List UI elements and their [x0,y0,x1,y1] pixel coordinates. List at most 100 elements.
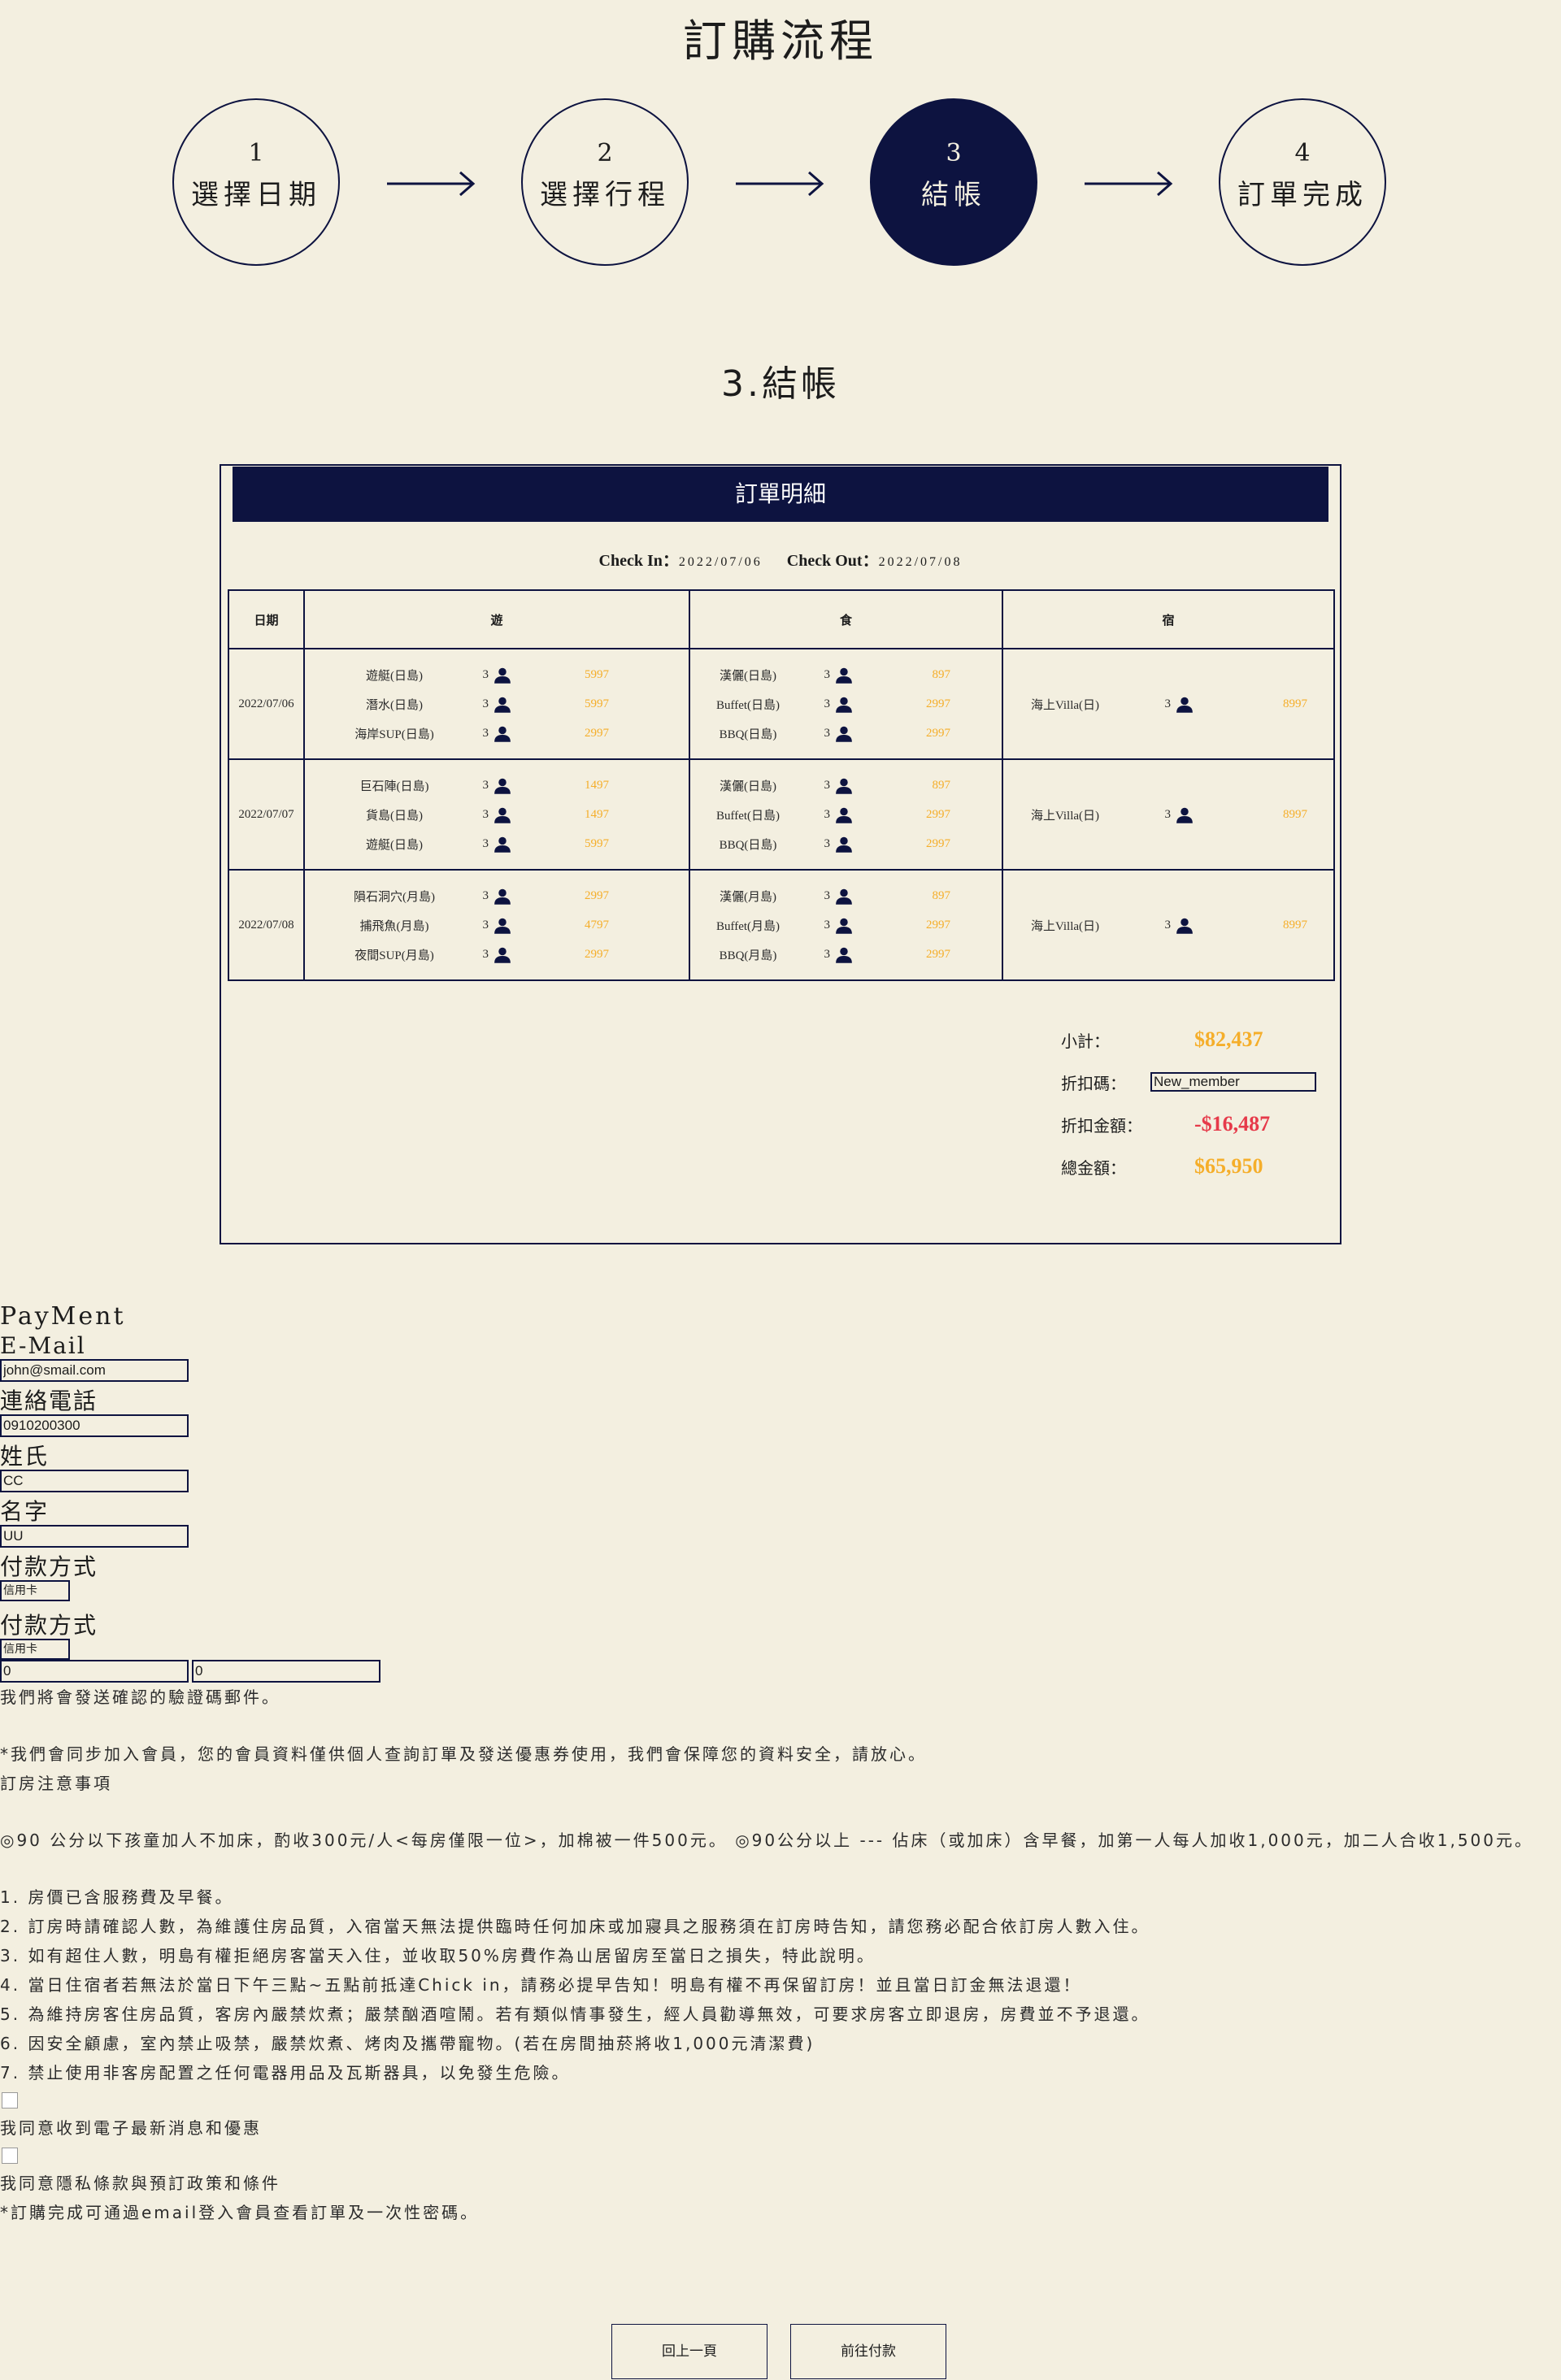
rule-item: 5. 為維持房客住房品質，客房內嚴禁炊煮；嚴禁酗酒喧鬧。若有類似情事發生，經人員… [0,2004,1150,2024]
item-quantity: 3 [824,778,831,792]
item-name: 潛水(日島) [366,698,423,712]
person-icon [835,778,853,794]
item-quantity: 3 [824,888,831,902]
discount-label: 折扣金額： [1061,1115,1142,1136]
prev-page-button[interactable]: 回上一頁 [611,2324,767,2379]
verify-note: 我們將會發送確認的驗證碼郵件。 [0,1687,280,1707]
item-name: Buffet(月島) [715,919,780,933]
item-price: 8997 [1283,918,1307,932]
step-3: 3 結帳 [870,98,1037,266]
order-item: 漢儷(日島) 3 897 [695,660,1002,689]
item-price: 2997 [585,947,609,961]
order-item: 夜間SUP(月島) 3 2997 [329,940,689,969]
payment-method-select-2[interactable]: 信用卡 [0,1639,70,1660]
rule-item: 4. 當日住宿者若無法於當日下午三點~五點前抵達Chick in，請務必提早告知… [0,1975,1082,1995]
person-icon [1176,918,1194,934]
person-icon [835,888,853,905]
item-name: 貨島(日島) [366,809,423,823]
check-out-label: Check Out： [786,552,879,570]
item-name: 巨石陣(日島) [359,780,429,793]
check-in-date: 2022/07/06 [678,555,763,569]
step-1: 1 選擇日期 [172,98,340,266]
item-name: Buffet(日島) [715,698,780,712]
order-item: 海上Villa(日) 3 8997 [1008,800,1333,829]
item-price: 8997 [1283,697,1307,710]
item-name: 遊艇(日島) [366,669,423,683]
extra-field-1[interactable] [0,1660,189,1683]
order-item: 潛水(日島) 3 5997 [329,689,689,719]
total-value: $65,950 [1194,1154,1263,1178]
payment-method-label-2: 付款方式 [0,1612,98,1639]
item-quantity: 3 [824,726,831,740]
order-item: BBQ(日島) 3 2997 [695,719,1002,748]
item-quantity: 3 [824,836,831,850]
item-price: 1497 [585,778,609,792]
item-name: 漢儷(日島) [720,669,776,683]
order-item: 遊艇(日島) 3 5997 [329,829,689,858]
lastname-field[interactable] [0,1470,189,1492]
item-quantity: 3 [824,807,831,821]
order-item: BBQ(日島) 3 2997 [695,829,1002,858]
discount-value: -$16,487 [1194,1112,1271,1136]
item-price: 2997 [926,807,950,821]
order-item: 海上Villa(日) 3 8997 [1008,689,1333,719]
subtotal-label: 小計： [1061,1031,1110,1051]
extra-field-2[interactable] [192,1660,380,1683]
item-name: 漢儷(日島) [720,780,776,793]
agree-policy-checkbox[interactable] [2,2148,18,2164]
item-quantity: 3 [482,807,489,821]
item-price: 897 [932,888,951,902]
person-icon [494,947,511,963]
subtotal-row: 小計： $82,437 [1061,1018,1329,1061]
step-number: 3 [946,139,962,167]
action-buttons: 回上一頁 前往付款 [611,2324,946,2379]
order-item: Buffet(日島) 3 2997 [695,689,1002,719]
check-in-label: Check In： [598,552,679,570]
order-item: Buffet(日島) 3 2997 [695,800,1002,829]
agree-news-label: 我同意收到電子最新消息和優惠 [0,2118,262,2138]
coupon-row: 折扣碼： [1061,1061,1329,1103]
item-price: 4797 [585,918,609,932]
item-price: 5997 [585,697,609,710]
firstname-field[interactable] [0,1525,189,1548]
order-row: 2022/07/06 遊艇(日島) 3 5997 潛水(日島) 3 5997 海岸SUP(日島… [228,648,1335,760]
item-name: BBQ(日島) [719,727,777,741]
order-date: 2022/07/06 [228,648,305,760]
person-icon [494,697,511,713]
go-to-payment-button[interactable]: 前往付款 [790,2324,946,2379]
rule-item: 1. 房價已含服務費及早餐。 [0,1887,234,1907]
food-items: 漢儷(日島) 3 897 Buffet(日島) 3 2997 BBQ(日島) 3 2997 [689,758,1003,871]
order-item: BBQ(月島) 3 2997 [695,940,1002,969]
rules-list: 1. 房價已含服務費及早餐。 2. 訂房時請確認人數，為維護住房品質，入宿當天無… [0,1883,1553,2087]
item-quantity: 3 [482,697,489,710]
payment-method-select[interactable]: 信用卡 [0,1580,70,1601]
coupon-label: 折扣碼： [1061,1073,1126,1093]
after-order-note: *訂購完成可通過email登入會員查看訂單及一次性密碼。 [0,2203,480,2222]
notice-title: 訂房注意事項 [0,1774,112,1793]
item-price: 5997 [585,667,609,681]
person-icon [494,726,511,742]
order-item: 隕石洞穴(月島) 3 2997 [329,881,689,910]
section-title: 3.結帳 [721,363,840,405]
item-name: 遊艇(日島) [366,838,423,852]
item-quantity: 3 [824,947,831,961]
check-dates: Check In：2022/07/06 Check Out：2022/07/08 [221,547,1340,571]
order-table: 日期 遊 食 宿 2022/07/06 遊艇(日島) 3 5997 潛水(日島) 3 599… [228,589,1335,981]
coupon-input[interactable] [1150,1072,1316,1092]
play-items: 巨石陣(日島) 3 1497 貨島(日島) 3 1497 遊艇(日島) 3 5997 [303,758,690,871]
member-note: *我們會同步加入會員，您的會員資料僅供個人查詢訂單及發送優惠券使用，我們會保障您… [0,1744,927,1764]
item-price: 2997 [926,836,950,850]
agree-news-checkbox[interactable] [2,2092,18,2109]
item-name: Buffet(日島) [715,809,780,823]
email-field[interactable] [0,1359,189,1382]
item-price: 897 [932,778,951,792]
person-icon [494,836,511,853]
order-item: 海岸SUP(日島) 3 2997 [329,719,689,748]
item-price: 1497 [585,807,609,821]
step-2: 2 選擇行程 [521,98,689,266]
phone-field[interactable] [0,1414,189,1437]
step-label: 訂單完成 [1237,179,1368,211]
item-price: 897 [932,667,951,681]
order-item: 漢儷(日島) 3 897 [695,771,1002,800]
item-quantity: 3 [824,918,831,932]
